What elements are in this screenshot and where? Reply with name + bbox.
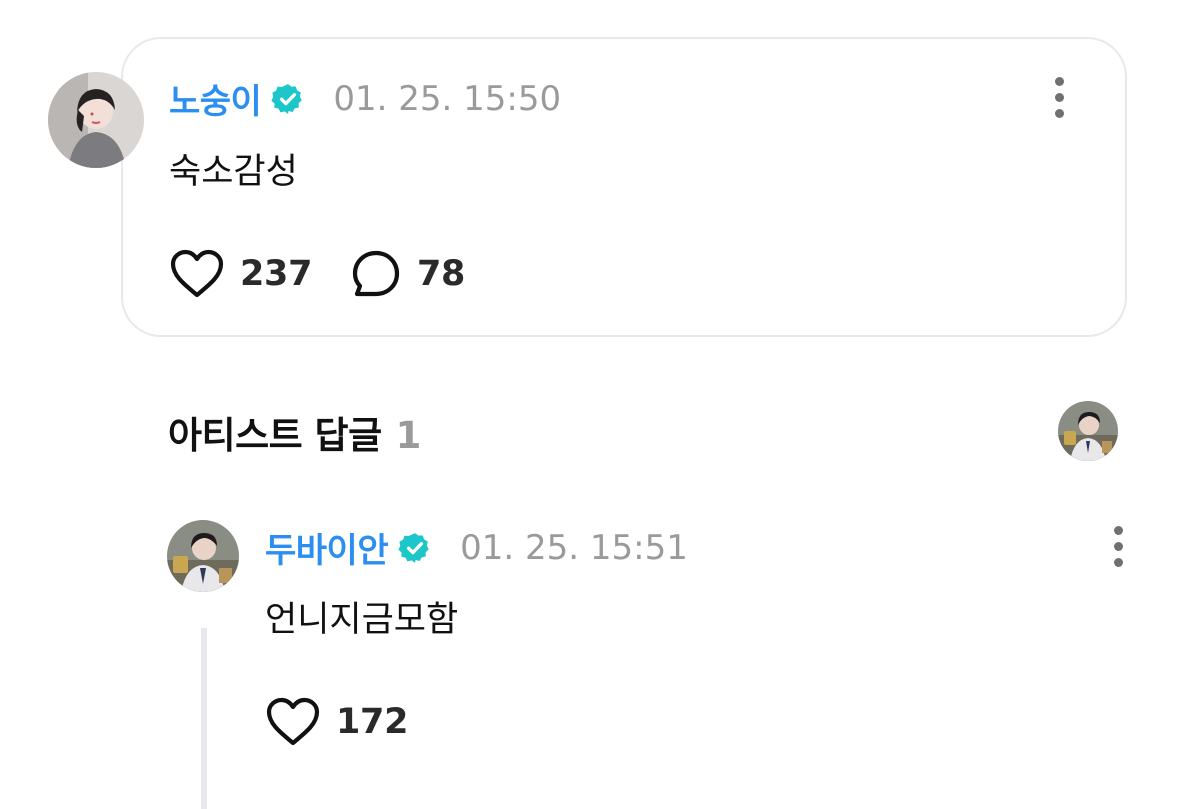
reply-author-avatar[interactable] — [167, 520, 239, 592]
like-count: 237 — [240, 254, 313, 294]
avatar-image — [48, 72, 144, 168]
like-button[interactable]: 237 — [170, 249, 312, 299]
artist-replies-header: 아티스트 답글 1 — [168, 405, 421, 459]
speech-bubble-icon — [352, 250, 400, 297]
avatar-image — [167, 520, 239, 592]
thread-connector-line — [201, 628, 207, 809]
heart-outline-icon — [266, 697, 320, 746]
verified-badge-icon — [271, 82, 305, 116]
post-header: 노숭이 01. 25. 15:50 — [169, 74, 561, 123]
post-timestamp: 01. 25. 15:50 — [333, 78, 562, 119]
verified-badge-icon — [398, 531, 432, 565]
reply-more-options-icon[interactable] — [1103, 522, 1133, 570]
more-options-icon[interactable] — [1044, 73, 1074, 121]
reply-header: 두바이안 01. 25. 15:51 — [265, 523, 688, 572]
artist-avatar-small[interactable] — [1058, 401, 1118, 461]
reply-author-name[interactable]: 두바이안 — [265, 523, 389, 572]
heart-outline-icon — [170, 249, 224, 298]
artist-replies-title: 아티스트 답글 — [168, 414, 382, 457]
comment-button[interactable]: 78 — [351, 249, 465, 299]
reply-timestamp: 01. 25. 15:51 — [460, 527, 688, 568]
artist-replies-count: 1 — [395, 414, 422, 457]
avatar-image — [1058, 401, 1118, 461]
comment-count: 78 — [417, 254, 466, 294]
reply-text: 언니지금모함 — [265, 600, 459, 640]
reply-like-count: 172 — [336, 702, 409, 742]
post-author-avatar[interactable] — [48, 72, 144, 168]
reply-like-button[interactable]: 172 — [266, 697, 408, 747]
post-text: 숙소감성 — [169, 152, 298, 192]
post-author-name[interactable]: 노숭이 — [169, 74, 262, 123]
